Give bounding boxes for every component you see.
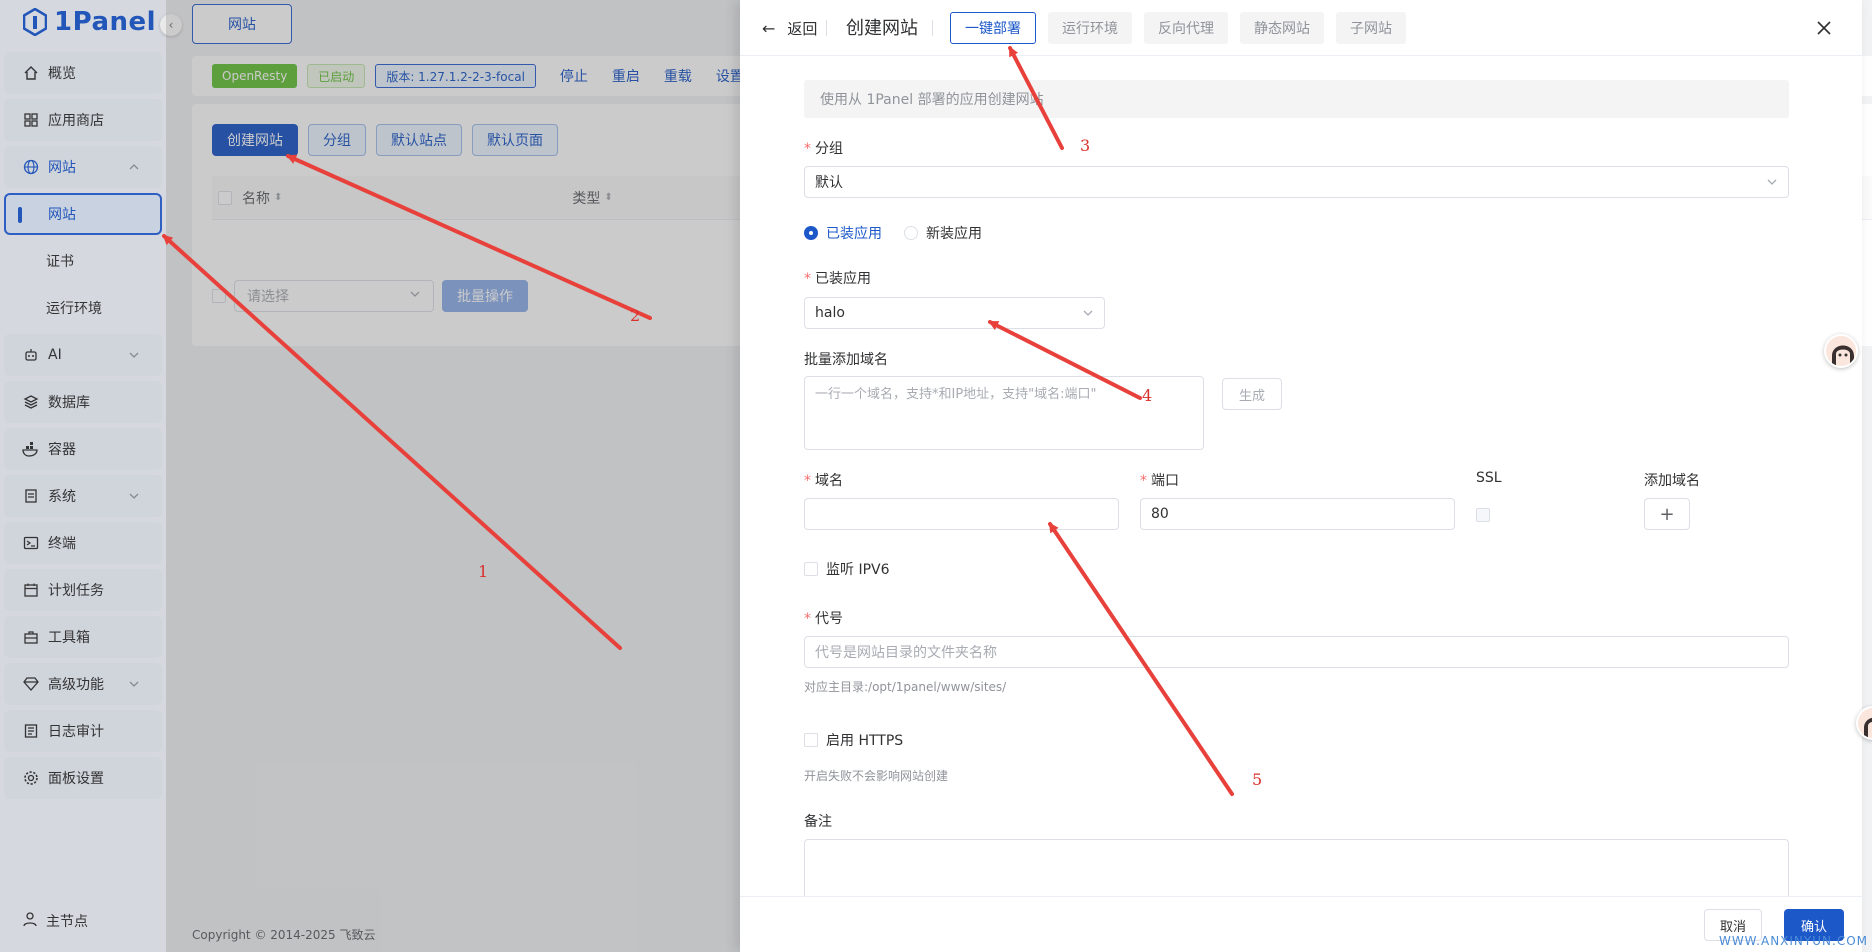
ssl-label: SSL [1476, 470, 1502, 486]
chevron-down-icon [1766, 176, 1778, 188]
add-domain-label: 添加域名 [1644, 473, 1700, 489]
domain-label: * 域名 [804, 473, 843, 489]
radio-new-app[interactable]: 新装应用 [904, 223, 982, 243]
ipv6-checkbox[interactable]: 监听 IPV6 [804, 559, 890, 579]
generate-button[interactable]: 生成 [1222, 378, 1282, 410]
website-type-tabs: 一键部署 运行环境 反向代理 静态网站 子网站 [950, 12, 1406, 44]
installed-app-select[interactable]: halo [804, 297, 1105, 329]
ssl-checkbox[interactable] [1476, 508, 1490, 522]
tab-reverse-proxy[interactable]: 反向代理 [1144, 12, 1228, 44]
tab-static-site[interactable]: 静态网站 [1240, 12, 1324, 44]
tab-sub-site[interactable]: 子网站 [1336, 12, 1406, 44]
https-hint: 开启失败不会影响网站创建 [804, 769, 949, 783]
domain-label-text: 域名 [815, 473, 843, 489]
modal-overlay-sidebar [0, 0, 166, 952]
create-website-drawer: ← 返回 创建网站 一键部署 运行环境 反向代理 静态网站 子网站 使用从 1P… [740, 0, 1862, 952]
https-checkbox[interactable]: 启用 HTTPS [804, 730, 903, 750]
assistant-avatar[interactable] [1824, 334, 1858, 368]
alias-label: * 代号 [804, 611, 843, 627]
radio-label: 新装应用 [926, 226, 982, 242]
deploy-info-alert: 使用从 1Panel 部署的应用创建网站 [804, 80, 1789, 118]
ipv6-label: 监听 IPV6 [826, 562, 890, 578]
group-label-text: 分组 [815, 141, 843, 157]
port-input[interactable]: 80 [1140, 498, 1455, 530]
batch-domain-label: 批量添加域名 [804, 352, 888, 368]
back-label: 返回 [787, 20, 818, 38]
drawer-title: 创建网站 [846, 18, 918, 39]
tab-runtime[interactable]: 运行环境 [1048, 12, 1132, 44]
watermark: WWW.ANXINYUN.COM [1718, 934, 1868, 948]
plus-icon: + [1659, 503, 1675, 525]
chevron-down-icon [1082, 307, 1094, 319]
arrow-left-icon: ← [762, 19, 776, 38]
installed-app-label-text: 已装应用 [815, 271, 871, 287]
annotation-number-3: 3 [1080, 136, 1091, 155]
port-label-text: 端口 [1151, 473, 1179, 489]
remark-label: 备注 [804, 814, 832, 830]
https-label: 启用 HTTPS [826, 733, 904, 749]
alias-hint: 对应主目录:/opt/1panel/www/sites/ [804, 680, 1007, 694]
annotation-number-4: 4 [1142, 386, 1153, 405]
radio-installed-app[interactable]: 已装应用 [804, 223, 882, 243]
annotation-number-2: 2 [630, 306, 641, 325]
installed-app-label: * 已装应用 [804, 271, 871, 287]
back-button[interactable]: ← 返回 [762, 18, 817, 39]
tab-one-click-deploy[interactable]: 一键部署 [950, 12, 1036, 44]
alias-label-text: 代号 [815, 611, 843, 627]
alias-input[interactable]: 代号是网站目录的文件夹名称 [804, 636, 1789, 668]
header-divider [826, 20, 827, 36]
group-select-value: 默认 [815, 175, 843, 191]
annotation-number-1: 1 [478, 562, 489, 581]
installed-app-value: halo [815, 305, 845, 321]
header-divider [932, 20, 933, 36]
domain-input[interactable] [804, 498, 1119, 530]
drawer-header: ← 返回 创建网站 一键部署 运行环境 反向代理 静态网站 子网站 [740, 0, 1862, 56]
group-label: * 分组 [804, 141, 843, 157]
radio-label: 已装应用 [826, 226, 882, 242]
close-icon[interactable] [1812, 16, 1836, 40]
app-source-radio-group: 已装应用 新装应用 [804, 223, 982, 243]
alias-placeholder: 代号是网站目录的文件夹名称 [815, 645, 997, 661]
add-domain-button[interactable]: + [1644, 498, 1690, 530]
port-label: * 端口 [1140, 473, 1179, 489]
group-select[interactable]: 默认 [804, 166, 1789, 198]
drawer-footer: 取消 确认 [740, 896, 1862, 952]
annotation-number-5: 5 [1252, 770, 1263, 789]
port-value: 80 [1151, 506, 1169, 522]
